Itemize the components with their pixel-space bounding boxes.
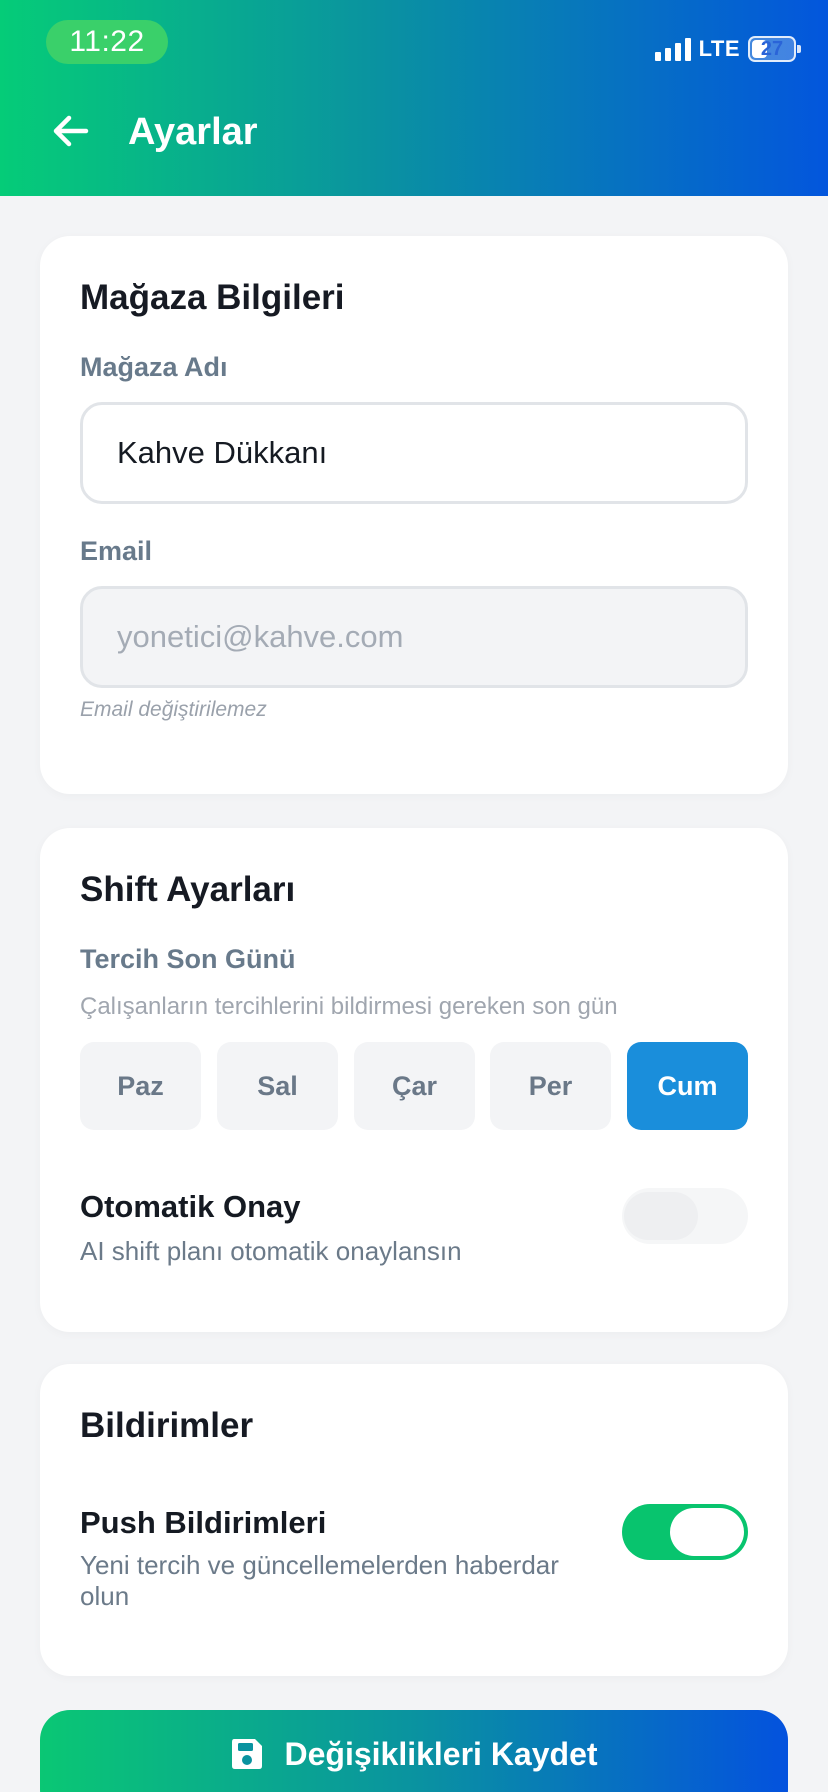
store-info-title: Mağaza Bilgileri: [80, 278, 345, 317]
floppy-disk-icon: [232, 1739, 263, 1769]
save-button-label: Değişiklikleri Kaydet: [284, 1736, 598, 1772]
arrow-left-icon: [53, 115, 89, 147]
notifications-title: Bildirimler: [80, 1406, 254, 1445]
store-name-label: Mağaza Adı: [80, 352, 228, 382]
page-title: Ayarlar: [128, 111, 258, 153]
toggle-knob: [670, 1508, 744, 1556]
email-hint: Email değiştirilemez: [80, 698, 267, 721]
status-time: 11:22: [46, 20, 168, 64]
day-button-sal[interactable]: Sal: [217, 1042, 338, 1130]
shift-settings-title: Shift Ayarları: [80, 870, 296, 909]
day-button-car[interactable]: Çar: [354, 1042, 475, 1130]
day-button-per[interactable]: Per: [490, 1042, 611, 1130]
status-indicators: LTE 27: [654, 34, 801, 64]
auto-approve-title: Otomatik Onay: [80, 1189, 301, 1224]
notifications-card: Bildirimler Push Bildirimleri Yeni terci…: [40, 1364, 788, 1676]
email-label: Email: [80, 536, 153, 566]
store-info-card: Mağaza Bilgileri Mağaza Adı Email Email …: [40, 236, 788, 794]
store-name-input[interactable]: [80, 402, 748, 504]
email-field: [80, 586, 748, 688]
network-label: LTE: [698, 36, 740, 61]
push-notifications-description: Yeni tercih ve güncellemelerden haberdar…: [80, 1550, 559, 1611]
deadline-label: Tercih Son Günü: [80, 944, 296, 974]
push-notifications-title: Push Bildirimleri: [80, 1505, 327, 1540]
deadline-description: Çalışanların tercihlerini bildirmesi ger…: [80, 993, 618, 1020]
shift-settings-card: Shift Ayarları Tercih Son Günü Çalışanla…: [40, 828, 788, 1332]
save-button[interactable]: Değişiklikleri Kaydet: [40, 1710, 788, 1792]
signal-icon: [654, 37, 691, 61]
back-button[interactable]: [50, 110, 92, 152]
push-notifications-toggle[interactable]: [622, 1504, 748, 1560]
app-header: 11:22 LTE 27 Ayarlar: [0, 0, 828, 196]
battery-icon: 27: [748, 36, 801, 62]
toggle-knob: [624, 1192, 698, 1240]
battery-level: 27: [760, 38, 784, 60]
day-button-paz[interactable]: Paz: [80, 1042, 201, 1130]
auto-approve-toggle[interactable]: [622, 1188, 748, 1244]
day-button-cum[interactable]: Cum: [627, 1042, 748, 1130]
auto-approve-description: AI shift planı otomatik onaylansın: [80, 1236, 462, 1266]
